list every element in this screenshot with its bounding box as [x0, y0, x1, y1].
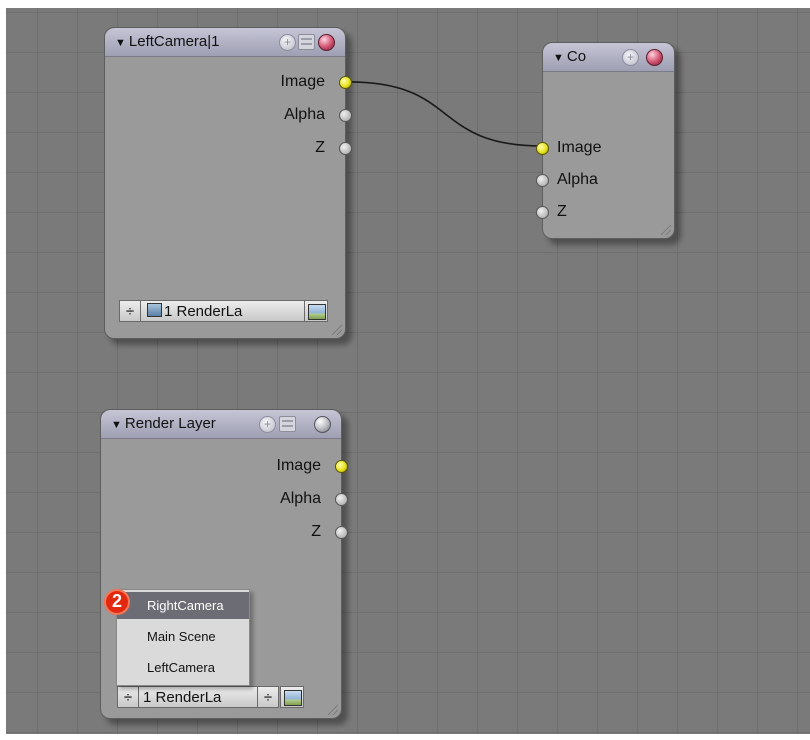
alpha-output-socket[interactable] [335, 493, 348, 506]
render-picture-icon [284, 690, 302, 706]
collapse-triangle-icon[interactable]: ▼ [553, 52, 564, 64]
image-link-wire [343, 81, 543, 147]
node-title: Render Layer [124, 415, 216, 432]
collapse-triangle-icon[interactable]: ▼ [111, 419, 122, 431]
layer-selector-bar: ÷ 1 RenderLa [119, 300, 333, 324]
node-composite[interactable]: ▼ Co + Image Alpha Z [536, 42, 675, 239]
resize-handle-icon[interactable] [332, 325, 342, 335]
node-title: LeftCamera|1 [128, 33, 220, 50]
resize-handle-icon[interactable] [661, 225, 671, 235]
input-label: Alpha [557, 171, 598, 188]
node-left-camera[interactable]: ▼ LeftCamera|1 + Image Alpha Z ÷ 1 Render… [104, 27, 352, 339]
alpha-output-socket[interactable] [339, 109, 352, 122]
layer-stepper-button[interactable]: ÷ [257, 686, 279, 708]
alpha-input-socket[interactable] [536, 174, 549, 187]
z-output-socket[interactable] [335, 526, 348, 539]
output-label: Image [280, 73, 325, 90]
z-input-socket[interactable] [536, 206, 549, 219]
list-icon[interactable] [298, 34, 315, 50]
dropdown-item-main-scene[interactable]: Main Scene [117, 623, 249, 650]
image-icon [147, 303, 162, 317]
image-output-socket[interactable] [339, 76, 352, 89]
plus-icon[interactable]: + [259, 416, 276, 433]
z-output-socket[interactable] [339, 142, 352, 155]
list-icon[interactable] [279, 416, 296, 432]
scene-dropdown-menu: RightCamera Main Scene LeftCamera [116, 589, 250, 686]
dropdown-item-right-camera[interactable]: RightCamera [117, 592, 249, 619]
render-layer-button[interactable]: 1 RenderLa [138, 686, 258, 708]
output-label: Z [315, 139, 325, 156]
input-label: Z [557, 203, 567, 220]
resize-handle-icon[interactable] [328, 705, 338, 715]
output-label: Alpha [280, 490, 321, 507]
node-header[interactable]: ▼ Co + [543, 43, 674, 72]
render-layer-button[interactable]: 1 RenderLa [140, 300, 305, 322]
step-callout-badge: 2 [104, 589, 130, 615]
preview-sphere-icon[interactable] [314, 416, 331, 433]
layer-selector-bar: ÷ 1 RenderLa ÷ [117, 686, 331, 710]
dropdown-item-left-camera[interactable]: LeftCamera [117, 654, 249, 681]
preview-sphere-icon[interactable] [646, 49, 663, 66]
image-input-socket[interactable] [536, 142, 549, 155]
node-title: Co [566, 48, 587, 65]
render-button[interactable] [280, 686, 304, 708]
scene-browse-button[interactable]: ÷ [117, 686, 139, 708]
render-layer-label: 1 RenderLa [164, 303, 243, 320]
render-picture-icon [308, 304, 326, 320]
node-header[interactable]: ▼ Render Layer + [101, 410, 341, 439]
plus-icon[interactable]: + [622, 49, 639, 66]
render-layer-label: 1 RenderLa [143, 689, 222, 706]
output-label: Image [276, 457, 321, 474]
image-output-socket[interactable] [335, 460, 348, 473]
render-button[interactable] [304, 300, 328, 322]
collapse-triangle-icon[interactable]: ▼ [115, 37, 126, 49]
plus-icon[interactable]: + [279, 34, 296, 51]
preview-sphere-icon[interactable] [318, 34, 335, 51]
output-label: Z [311, 523, 321, 540]
node-header[interactable]: ▼ LeftCamera|1 + [105, 28, 345, 57]
output-label: Alpha [284, 106, 325, 123]
scene-browse-button[interactable]: ÷ [119, 300, 141, 322]
input-label: Image [557, 139, 602, 156]
